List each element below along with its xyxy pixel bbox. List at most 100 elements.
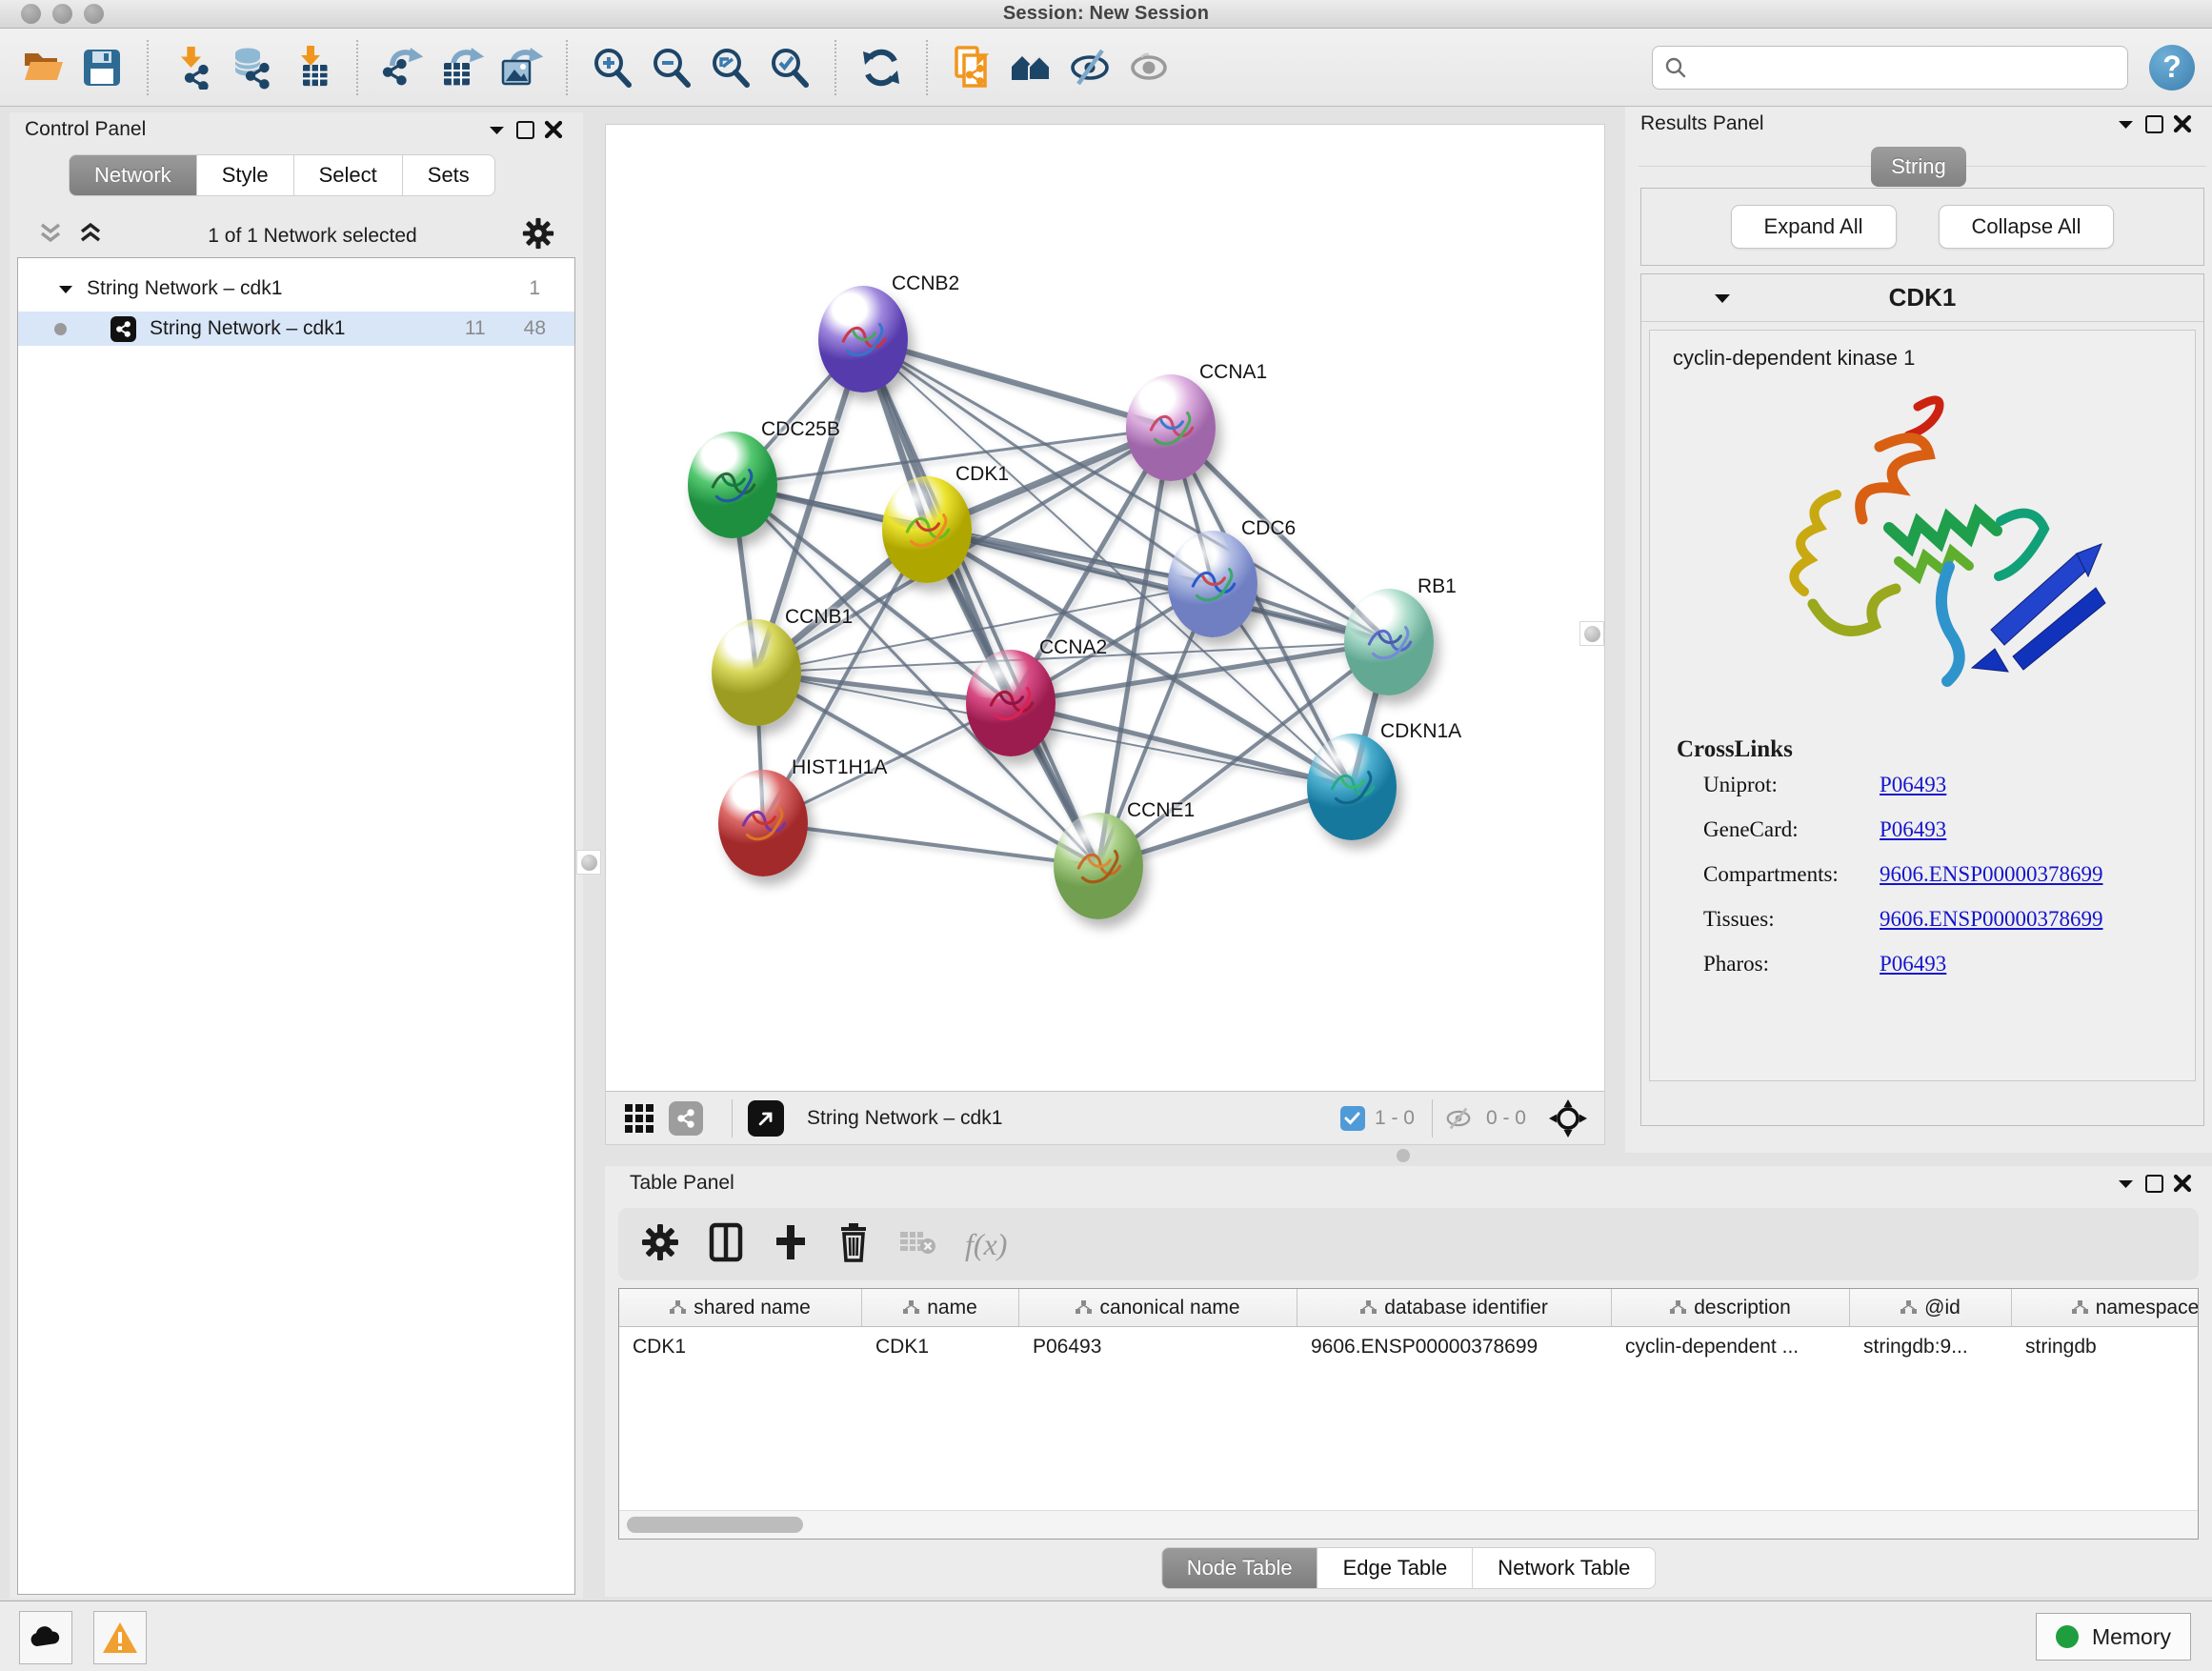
collapse-all-networks-button[interactable] [38, 222, 63, 250]
collapse-all-button[interactable]: Collapse All [1939, 205, 2115, 249]
graph-node-CCNB2[interactable] [818, 286, 908, 393]
control-panel: Control Panel Network Style Select Sets … [10, 112, 583, 1599]
collapse-entry-icon[interactable] [1714, 292, 1731, 304]
tab-select[interactable]: Select [294, 154, 403, 196]
check-icon [1344, 1112, 1360, 1125]
column-header-name[interactable]: name [862, 1289, 1019, 1326]
zoom-selected-button[interactable] [760, 38, 819, 97]
graph-node-RB1[interactable] [1344, 589, 1434, 695]
crosslink-link[interactable]: P06493 [1880, 773, 1946, 797]
crosslink-link[interactable]: 9606.ENSP00000378699 [1880, 862, 2103, 887]
show-all-button[interactable] [1120, 38, 1179, 97]
table-panel-close-button[interactable] [2168, 1171, 2197, 1196]
table-panel-menu-button[interactable] [2111, 1171, 2140, 1196]
column-header-namespace[interactable]: namespace [2012, 1289, 2199, 1326]
show-network-overview-button[interactable] [1002, 38, 1061, 97]
tab-style[interactable]: Style [197, 154, 294, 196]
graph-node-CCNA2[interactable] [966, 650, 1056, 756]
expand-all-button[interactable]: Expand All [1731, 205, 1897, 249]
export-table-button[interactable] [432, 38, 492, 97]
open-session-button[interactable] [13, 38, 72, 97]
create-column-button[interactable] [773, 1223, 809, 1266]
hidden-toggle-button[interactable] [1442, 1104, 1475, 1133]
main-toolbar: ? [0, 29, 2212, 107]
results-panel-menu-button[interactable] [2111, 111, 2140, 136]
cloud-status-button[interactable] [19, 1611, 72, 1664]
column-header--id[interactable]: @id [1850, 1289, 2012, 1326]
tab-sets[interactable]: Sets [403, 154, 495, 196]
share-icon [669, 1101, 703, 1136]
tab-network-table[interactable]: Network Table [1473, 1547, 1656, 1589]
export-image-button[interactable] [492, 38, 551, 97]
graph-node-CCNE1[interactable] [1054, 813, 1143, 919]
scrollbar-thumb[interactable] [627, 1517, 803, 1533]
search-box[interactable] [1652, 46, 2128, 90]
table-hscrollbar[interactable] [619, 1510, 2198, 1539]
column-header-canonical-name[interactable]: canonical name [1019, 1289, 1297, 1326]
crosslink-link[interactable]: P06493 [1880, 952, 1946, 976]
search-input[interactable] [1697, 56, 2116, 78]
export-network-button[interactable] [373, 38, 432, 97]
zoom-fit-content-button[interactable] [701, 38, 760, 97]
control-panel-float-button[interactable] [511, 117, 539, 142]
zoom-out-button[interactable] [642, 38, 701, 97]
graph-node-CCNB1[interactable] [712, 619, 801, 726]
graph-node-CDK1[interactable] [882, 476, 972, 583]
zoom-in-button[interactable] [583, 38, 642, 97]
column-header-shared-name[interactable]: shared name [619, 1289, 862, 1326]
right-divider-handle[interactable] [1579, 621, 1604, 646]
control-panel-menu-button[interactable] [482, 117, 511, 142]
bottom-divider-handle[interactable] [1397, 1149, 1410, 1162]
table-panel-float-button[interactable] [2140, 1171, 2168, 1196]
delete-column-button[interactable] [837, 1222, 870, 1267]
selected-nodes-checkbox[interactable] [1340, 1106, 1365, 1131]
graph-node-CDC25B[interactable] [688, 432, 777, 538]
graph-node-CDC6[interactable] [1168, 531, 1257, 637]
hide-selected-icon [1069, 46, 1113, 90]
network-options-button[interactable] [522, 217, 554, 254]
grid-icon [623, 1102, 655, 1135]
network-row-selected[interactable]: String Network – cdk1 11 48 [18, 312, 574, 346]
export-table-icon [440, 46, 484, 90]
memory-button[interactable]: Memory [2036, 1613, 2191, 1661]
network-view-button[interactable] [669, 1101, 703, 1136]
show-column-button[interactable] [708, 1222, 744, 1267]
grid-view-button[interactable] [623, 1102, 655, 1135]
results-panel-float-button[interactable] [2140, 111, 2168, 136]
network-node-count: 11 [465, 317, 486, 340]
results-tab-string[interactable]: String [1871, 147, 1966, 187]
save-session-button[interactable] [72, 38, 131, 97]
table-row[interactable]: CDK1CDK1P064939606.ENSP00000378699cyclin… [619, 1327, 2198, 1367]
tab-edge-table[interactable]: Edge Table [1318, 1547, 1474, 1589]
table-cell: P06493 [1019, 1327, 1297, 1367]
clone-network-button[interactable] [943, 38, 1002, 97]
graph-node-CCNA1[interactable] [1126, 374, 1216, 481]
left-divider-handle[interactable] [576, 850, 601, 875]
hide-selected-button[interactable] [1061, 38, 1120, 97]
expand-all-networks-button[interactable] [78, 222, 103, 250]
import-network-from-database-button[interactable] [223, 38, 282, 97]
crosslink-link[interactable]: 9606.ENSP00000378699 [1880, 907, 2103, 932]
graph-node-HIST1H1A[interactable] [718, 770, 808, 876]
import-table-from-file-button[interactable] [282, 38, 341, 97]
results-panel-close-button[interactable] [2168, 111, 2197, 136]
help-button[interactable]: ? [2149, 45, 2195, 91]
graph-node-CDKN1A[interactable] [1307, 734, 1397, 840]
refresh-button[interactable] [852, 38, 911, 97]
warning-icon [101, 1621, 139, 1655]
column-header-database-identifier[interactable]: database identifier [1297, 1289, 1612, 1326]
detach-view-button[interactable] [748, 1100, 784, 1137]
network-canvas[interactable]: CCNB2 CCNA1 CDC25B CDK1 CDC6 RB1CCN [606, 125, 1604, 1091]
crosslink-link[interactable]: P06493 [1880, 817, 1946, 842]
column-header-description[interactable]: description [1612, 1289, 1850, 1326]
tab-node-table[interactable]: Node Table [1161, 1547, 1318, 1589]
birdseye-toggle-button[interactable] [1549, 1099, 1587, 1137]
tree-expander-icon[interactable] [58, 284, 73, 294]
crosslink-row: Tissues: 9606.ENSP00000378699 [1703, 907, 2195, 932]
network-collection-row[interactable]: String Network – cdk1 1 [18, 272, 574, 306]
import-network-from-file-button[interactable] [164, 38, 223, 97]
table-options-button[interactable] [641, 1223, 679, 1266]
tab-network[interactable]: Network [69, 154, 197, 196]
control-panel-close-button[interactable] [539, 117, 568, 142]
warnings-button[interactable] [93, 1611, 147, 1664]
